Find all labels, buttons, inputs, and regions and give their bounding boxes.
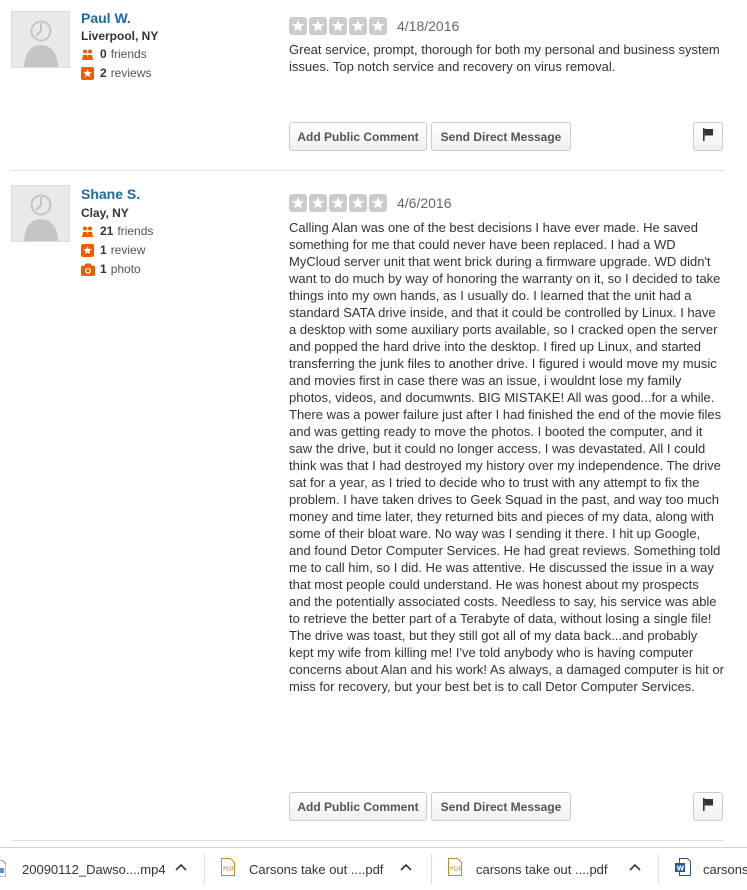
star-icon: [309, 17, 327, 35]
avatar[interactable]: [11, 185, 70, 242]
flag-button[interactable]: [693, 792, 723, 821]
star-icon: [349, 17, 367, 35]
word-file-icon: W: [675, 858, 691, 881]
reviews-count: 1 review: [81, 243, 145, 257]
review-paul: Paul W. Liverpool, NY 0 friends 2 review…: [0, 0, 724, 170]
svg-text:PDF: PDF: [223, 866, 235, 873]
download-filename: carsons take out ....pdf: [476, 862, 608, 877]
flag-icon: [702, 127, 714, 146]
pdf-file-icon: PDF: [448, 858, 462, 881]
star-icon: [289, 17, 307, 35]
avatar[interactable]: [11, 11, 70, 68]
send-direct-message-button[interactable]: Send Direct Message: [431, 792, 571, 821]
star-icon: [329, 17, 347, 35]
star-icon: [329, 194, 347, 212]
download-item[interactable]: W carsons: [659, 848, 747, 890]
reviews-label: reviews: [110, 66, 152, 80]
chevron-up-icon[interactable]: [399, 861, 413, 875]
flag-icon: [702, 797, 714, 816]
star-rating: [289, 17, 387, 35]
chevron-up-icon[interactable]: [628, 861, 642, 875]
add-public-comment-button[interactable]: Add Public Comment: [289, 122, 427, 151]
friends-label: friends: [117, 224, 154, 238]
downloads-bar: 20090112_Dawso....mp4 PDF Carsons take o…: [0, 847, 747, 890]
reviews-label: review: [110, 243, 146, 257]
download-item[interactable]: 20090112_Dawso....mp4: [0, 848, 200, 890]
star-rating: [289, 194, 387, 212]
pdf-file-icon: PDF: [221, 858, 235, 881]
send-direct-message-button[interactable]: Send Direct Message: [431, 122, 571, 151]
review-star-icon: [81, 66, 94, 80]
reviews-number: 2: [100, 66, 107, 80]
download-item[interactable]: PDF Carsons take out ....pdf: [205, 848, 430, 890]
user-location: Clay, NY: [81, 206, 129, 220]
review-date: 4/6/2016: [397, 195, 452, 211]
chevron-up-icon[interactable]: [174, 861, 188, 875]
review-star-icon: [81, 243, 94, 257]
review-text: Calling Alan was one of the best decisio…: [289, 220, 725, 694]
review-shane: Shane S. Clay, NY 21 friends 1 review 1 …: [0, 171, 724, 841]
friends-number: 0: [100, 47, 107, 61]
review-text: Great service, prompt, thorough for both…: [289, 42, 720, 74]
svg-text:W: W: [677, 865, 685, 873]
review-date: 4/18/2016: [397, 18, 460, 34]
svg-text:PDF: PDF: [450, 866, 462, 873]
user-name[interactable]: Shane S.: [81, 186, 140, 202]
friends-count: 21 friends: [81, 224, 153, 238]
star-icon: [369, 17, 387, 35]
star-icon: [309, 194, 327, 212]
reviews-count: 2 reviews: [81, 66, 151, 80]
add-public-comment-button[interactable]: Add Public Comment: [289, 792, 427, 821]
star-icon: [369, 194, 387, 212]
reviews-number: 1: [100, 243, 107, 257]
camera-icon: [81, 263, 95, 276]
photos-number: 1: [100, 262, 107, 276]
user-name[interactable]: Paul W.: [81, 10, 131, 26]
photos-label: photo: [110, 262, 141, 276]
star-icon: [349, 194, 367, 212]
friends-icon: [81, 225, 94, 238]
download-filename: Carsons take out ....pdf: [249, 862, 384, 877]
review-divider: [11, 840, 724, 841]
video-file-icon: [0, 859, 7, 882]
user-location: Liverpool, NY: [81, 29, 159, 43]
friends-icon: [81, 48, 94, 61]
photos-count: 1 photo: [81, 262, 141, 276]
download-filename: 20090112_Dawso....mp4: [22, 862, 166, 877]
star-icon: [289, 194, 307, 212]
download-item[interactable]: PDF carsons take out ....pdf: [432, 848, 657, 890]
friends-number: 21: [100, 224, 114, 238]
flag-button[interactable]: [693, 122, 723, 151]
friends-count: 0 friends: [81, 47, 147, 61]
download-filename: carsons: [703, 862, 747, 877]
friends-label: friends: [110, 47, 147, 61]
